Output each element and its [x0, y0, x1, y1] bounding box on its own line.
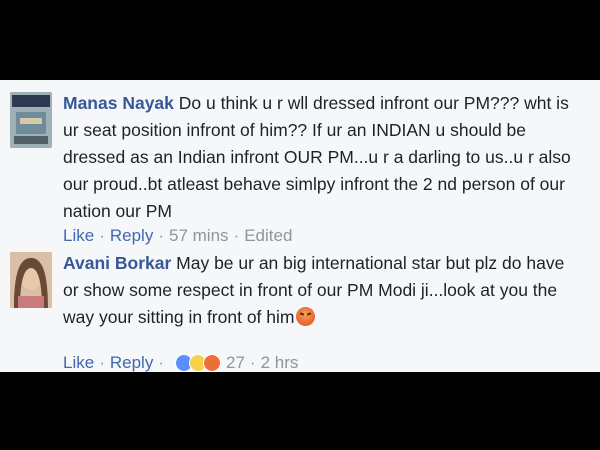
reply-link[interactable]: Reply	[110, 226, 153, 246]
reply-link[interactable]: Reply	[110, 353, 153, 373]
reactions-summary[interactable]: 27	[175, 353, 245, 373]
comment-body: Avani Borkar May be ur an big internatio…	[63, 250, 583, 331]
reaction-count: 27	[226, 353, 245, 372]
edited-label[interactable]: Edited	[244, 226, 292, 246]
comment-author[interactable]: Manas Nayak	[63, 93, 174, 113]
comment-author[interactable]: Avani Borkar	[63, 253, 171, 273]
like-link[interactable]: Like	[63, 353, 94, 373]
comment-actions: Like · Reply · 27 · 2 hrs	[63, 353, 298, 373]
angry-face-emoji-icon	[296, 307, 316, 326]
comment-timestamp[interactable]: 57 mins	[169, 226, 229, 246]
avatar[interactable]	[10, 92, 52, 148]
avatar[interactable]	[10, 252, 52, 308]
comment-body: Manas Nayak Do u think u r wll dressed i…	[63, 90, 583, 225]
comment-timestamp[interactable]: 2 hrs	[261, 353, 299, 373]
comments-panel: Manas Nayak Do u think u r wll dressed i…	[0, 80, 600, 372]
comment-actions: Like · Reply · 57 mins · Edited	[63, 226, 292, 246]
angry-icon	[203, 354, 221, 372]
separator: ·	[233, 226, 240, 245]
separator: ·	[158, 353, 164, 372]
separator: ·	[99, 353, 105, 372]
like-link[interactable]: Like	[63, 226, 94, 246]
separator: ·	[249, 353, 256, 372]
separator: ·	[99, 226, 105, 245]
separator: ·	[158, 226, 164, 245]
